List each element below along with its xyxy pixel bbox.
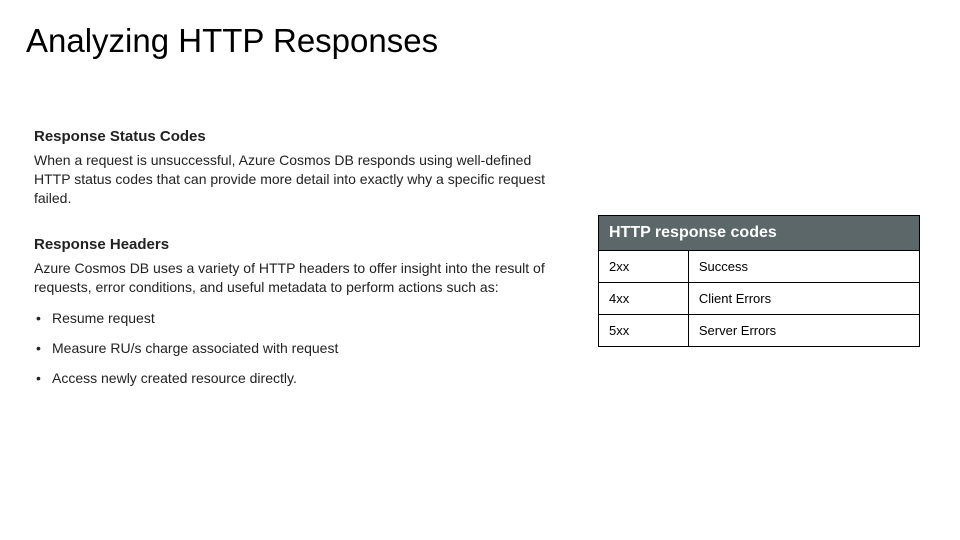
cell-code: 5xx <box>599 315 689 347</box>
section-heading-status-codes: Response Status Codes <box>34 128 554 145</box>
slide-title: Analyzing HTTP Responses <box>0 0 960 60</box>
content-column: Response Status Codes When a request is … <box>34 128 554 400</box>
table-row: 5xx Server Errors <box>599 315 920 347</box>
table-row: 4xx Client Errors <box>599 283 920 315</box>
section-body-headers: Azure Cosmos DB uses a variety of HTTP h… <box>34 259 554 297</box>
cell-meaning: Client Errors <box>688 283 919 315</box>
response-codes-table: HTTP response codes 2xx Success 4xx Clie… <box>598 215 920 347</box>
cell-meaning: Success <box>688 251 919 283</box>
list-item: Resume request <box>36 310 554 326</box>
cell-code: 4xx <box>599 283 689 315</box>
cell-meaning: Server Errors <box>688 315 919 347</box>
table-header: HTTP response codes <box>599 216 920 251</box>
table-row: 2xx Success <box>599 251 920 283</box>
bullet-list: Resume request Measure RU/s charge assoc… <box>34 310 554 386</box>
slide: Analyzing HTTP Responses Response Status… <box>0 0 960 540</box>
section-heading-headers: Response Headers <box>34 236 554 253</box>
section-body-status-codes: When a request is unsuccessful, Azure Co… <box>34 151 554 208</box>
list-item: Measure RU/s charge associated with requ… <box>36 340 554 356</box>
cell-code: 2xx <box>599 251 689 283</box>
list-item: Access newly created resource directly. <box>36 370 554 386</box>
